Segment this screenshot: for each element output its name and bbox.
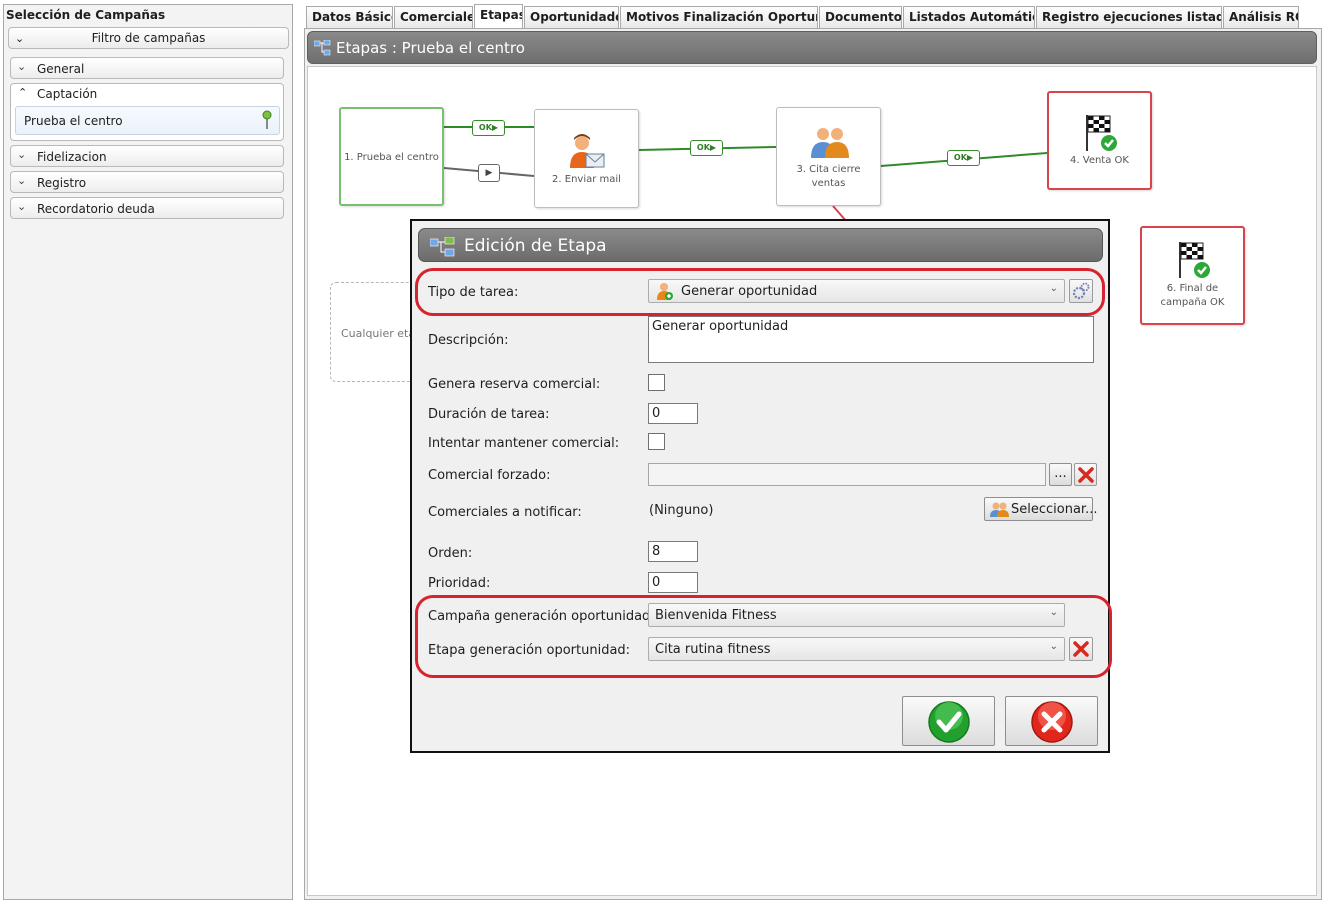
chevron-down-icon: ⌄ [1049,607,1058,618]
tab-motivos-finalizacion[interactable]: Motivos Finalización Oportunid... [620,6,818,28]
dialog-header: Edición de Etapa [418,228,1103,262]
forced-commercial-label: Comercial forzado: [428,468,551,483]
red-x-icon [1078,467,1094,483]
task-settings-button[interactable] [1069,279,1093,303]
forced-commercial-clear-button[interactable] [1074,463,1097,486]
notify-value: (Ninguno) [649,503,714,518]
people-icon [990,502,1009,517]
duration-field[interactable]: 0 [648,403,698,424]
meeting-people-icon [811,128,849,158]
description-label: Descripción: [428,333,509,348]
group-fidelizacion[interactable]: ⌄ Fidelizacion [10,145,284,167]
duration-label: Duración de tarea: [428,407,550,422]
group-registro[interactable]: ⌄ Registro [10,171,284,193]
finish-flag-icon [1179,242,1210,278]
chevron-down-icon: ⌄ [17,148,27,161]
group-captacion-header[interactable]: ⌃ Captación [10,83,284,105]
chevron-down-icon: ⌄ [1049,283,1058,294]
stage-node-6[interactable]: 6. Final de campaña OK [1140,226,1245,325]
tab-documentos[interactable]: Documentos [819,6,902,28]
task-type-select[interactable]: Generar oportunidad ⌄ [648,279,1065,303]
campaign-item-prueba-el-centro[interactable]: Prueba el centro [15,106,280,135]
red-x-icon [1073,641,1089,657]
gears-icon [1072,282,1090,300]
tab-datos-basicos[interactable]: Datos Básicos [306,6,393,28]
tab-analisis-roi[interactable]: Análisis ROI [1223,6,1299,28]
ok-connector-badge[interactable]: OK▶ [947,150,980,166]
ok-connector-badge[interactable]: OK▶ [472,120,505,136]
chevron-down-icon: ⌄ [15,32,25,45]
chevron-up-icon: ⌃ [18,86,28,99]
forced-commercial-field[interactable] [648,463,1046,486]
forced-commercial-browse-button[interactable]: ... [1049,463,1072,486]
reserve-label: Genera reserva comercial: [428,377,601,392]
stage-node-2[interactable]: 2. Enviar mail [534,109,639,208]
priority-label: Prioridad: [428,576,491,591]
green-check-icon [928,701,970,743]
red-cancel-icon [1031,701,1073,743]
left-panel-title: Selección de Campañas [6,8,166,22]
group-label: Captación [37,87,98,101]
tab-etapas[interactable]: Etapas [474,4,523,29]
pin-icon [262,110,272,129]
send-mail-icon [570,134,605,168]
notify-label: Comerciales a notificar: [428,505,582,520]
campaign-gen-label: Campaña generación oportunidad: [428,609,655,624]
keep-commercial-checkbox[interactable] [648,433,665,450]
order-field[interactable]: 8 [648,541,698,562]
stages-title: Etapas : Prueba el centro [336,39,525,57]
chevron-down-icon: ⌄ [17,174,27,187]
group-label: General [37,62,85,76]
tab-registro-ejecuciones[interactable]: Registro ejecuciones listados ... [1036,6,1222,28]
chevron-down-icon: ⌄ [17,200,27,213]
keep-commercial-label: Intentar mantener comercial: [428,436,620,451]
dialog-title: Edición de Etapa [464,236,607,256]
select-commercials-button[interactable]: Seleccionar... [984,497,1097,521]
stage-node-3[interactable]: 3. Cita cierre ventas [776,107,881,206]
stage-gen-clear-button[interactable] [1069,637,1093,661]
stages-header: Etapas : Prueba el centro [307,31,1317,64]
tab-comerciales[interactable]: Comerciales [394,6,473,28]
campaign-filter-toggle[interactable]: ⌄ Filtro de campañas [8,27,289,49]
group-label: Recordatorio deuda [37,202,155,216]
finish-flag-icon [1086,115,1117,151]
chevron-down-icon: ⌄ [17,60,27,73]
description-field[interactable]: Generar oportunidad [648,316,1094,363]
group-label: Registro [37,176,87,190]
task-type-label: Tipo de tarea: [428,285,519,300]
campaign-gen-select[interactable]: Bienvenida Fitness ⌄ [648,603,1065,627]
accept-button[interactable] [902,696,995,746]
play-connector-badge[interactable]: ▶ [478,164,500,182]
stage-gen-select[interactable]: Cita rutina fitness ⌄ [648,637,1065,661]
ok-connector-badge[interactable]: OK▶ [690,140,723,156]
user-add-icon [657,283,673,300]
group-general[interactable]: ⌄ General [10,57,284,79]
stages-tree-icon [430,237,455,257]
stage-node-any[interactable]: Cualquier eta [330,282,420,382]
priority-field[interactable]: 0 [648,572,698,593]
stage-node-1[interactable]: 1. Prueba el centro [339,107,444,206]
tab-listados-automaticos[interactable]: Listados Automáticos [903,6,1035,28]
cancel-button[interactable] [1005,696,1098,746]
group-label: Fidelizacion [37,150,107,164]
stages-tree-icon [314,40,331,56]
stage-node-4[interactable]: 4. Venta OK [1047,91,1152,190]
campaign-filter-label: Filtro de campañas [91,31,206,45]
reserve-checkbox[interactable] [648,374,665,391]
chevron-down-icon: ⌄ [1049,641,1058,652]
tab-oportunidades[interactable]: Oportunidades [524,6,619,28]
group-recordatorio-deuda[interactable]: ⌄ Recordatorio deuda [10,197,284,219]
order-label: Orden: [428,546,473,561]
stage-gen-label: Etapa generación oportunidad: [428,643,631,658]
